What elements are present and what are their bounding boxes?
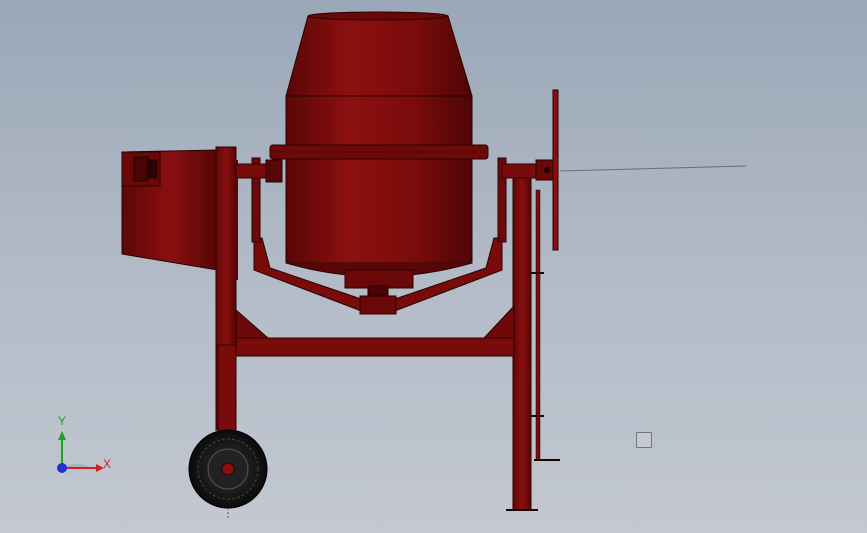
z-axis-dot (57, 463, 67, 473)
x-axis-label: X (103, 457, 112, 471)
motor-housing[interactable] (121, 149, 219, 271)
y-axis-label: Y (58, 414, 67, 428)
coordinate-triad (57, 431, 104, 473)
mixer-drum[interactable] (269, 11, 489, 297)
graphics-viewport[interactable]: X Y (0, 0, 867, 533)
concrete-mixer-model[interactable] (0, 0, 867, 533)
square-outline-icon[interactable] (636, 432, 652, 448)
wheel[interactable] (188, 429, 268, 520)
left-frame-post[interactable] (215, 146, 238, 436)
reference-line (559, 165, 747, 172)
